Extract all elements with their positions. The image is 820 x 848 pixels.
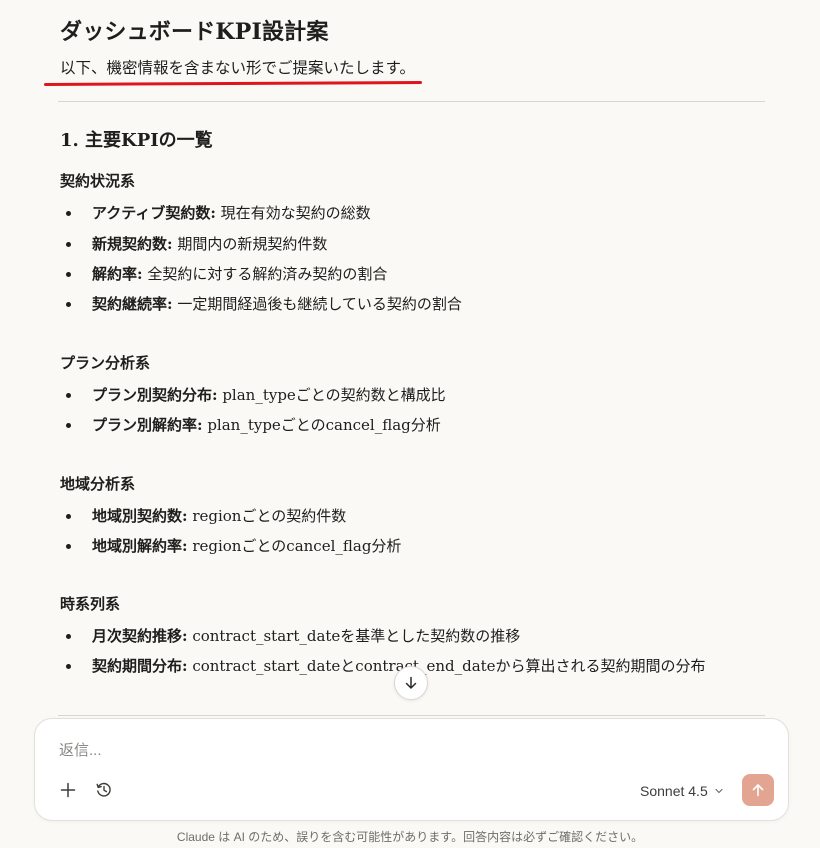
- bullet-icon: [66, 242, 71, 247]
- red-underline-annotation: [43, 81, 423, 86]
- bullet-icon: [66, 302, 71, 307]
- list-item: 解約率: 全契約に対する解約済み契約の割合: [92, 263, 387, 284]
- bullet-icon: [66, 211, 71, 216]
- kpi-label: 解約率:: [92, 265, 143, 283]
- kpi-label: 契約期間分布:: [92, 657, 188, 675]
- list-item: 契約継続率: 一定期間経過後も継続している契約の割合: [92, 293, 462, 314]
- send-button[interactable]: [742, 774, 774, 806]
- message-content: ダッシュボードKPI設計案 以下、機密情報を含まない形でご提案いたします。 1.…: [0, 0, 820, 700]
- kpi-description: regionごとのcancel_flag分析: [187, 537, 402, 555]
- kpi-description: plan_typeごとの契約数と構成比: [217, 386, 446, 404]
- kpi-description: 期間内の新規契約件数: [172, 235, 328, 253]
- list-item: 月次契約推移: contract_start_dateを基準とした契約数の推移: [92, 625, 520, 646]
- list-item: 新規契約数: 期間内の新規契約件数: [92, 233, 327, 254]
- kpi-description: plan_typeごとのcancel_flag分析: [202, 416, 441, 434]
- group-title: 地域分析系: [60, 475, 136, 493]
- list-item: プラン別契約分布: plan_typeごとの契約数と構成比: [92, 384, 446, 405]
- kpi-label: 新規契約数:: [92, 235, 173, 253]
- kpi-label: プラン別契約分布:: [92, 386, 218, 404]
- kpi-label: 地域別契約数:: [92, 507, 188, 525]
- group-title: 契約状況系: [60, 172, 136, 190]
- disclaimer-text: Claude は AI のため、誤りを含む可能性があります。回答内容は必ずご確認…: [176, 830, 644, 844]
- model-name: Sonnet 4.5: [640, 783, 708, 799]
- bullet-icon: [66, 423, 71, 428]
- chevron-down-icon: [715, 788, 723, 794]
- divider: [58, 715, 765, 716]
- model-selector[interactable]: Sonnet 4.5: [640, 780, 724, 802]
- intro-text: 以下、機密情報を含まない形でご提案いたします。: [60, 59, 415, 77]
- scroll-to-bottom-button[interactable]: [394, 666, 428, 700]
- bullet-icon: [66, 272, 71, 277]
- group-title: 時系列系: [60, 595, 121, 613]
- list-item: アクティブ契約数: 現在有効な契約の総数: [92, 202, 371, 223]
- reply-composer: Sonnet 4.5: [34, 718, 789, 821]
- kpi-label: プラン別解約率:: [92, 416, 203, 434]
- list-item: プラン別解約率: plan_typeごとのcancel_flag分析: [92, 414, 441, 435]
- reply-input[interactable]: [57, 741, 661, 760]
- group-title: プラン分析系: [60, 354, 151, 372]
- history-button[interactable]: [90, 776, 118, 804]
- kpi-description: 現在有効な契約の総数: [215, 204, 371, 222]
- kpi-label: 月次契約推移:: [92, 627, 188, 645]
- kpi-label: 契約継続率:: [92, 295, 173, 313]
- plus-icon: [60, 782, 76, 798]
- bullet-icon: [66, 393, 71, 398]
- add-button[interactable]: [54, 776, 82, 804]
- arrow-up-icon: [752, 784, 764, 797]
- bullet-icon: [66, 514, 71, 519]
- bullet-icon: [66, 544, 71, 549]
- kpi-description: 全契約に対する解約済み契約の割合: [142, 265, 388, 283]
- bullet-icon: [66, 664, 71, 669]
- list-item: 地域別解約率: regionごとのcancel_flag分析: [92, 535, 401, 556]
- kpi-label: アクティブ契約数:: [92, 204, 216, 222]
- divider: [58, 101, 765, 102]
- kpi-description: contract_start_dateとcontract_end_dateから算…: [187, 657, 706, 675]
- section-heading: 1. 主要KPIの一覧: [60, 130, 213, 151]
- kpi-label: 地域別解約率:: [92, 537, 188, 555]
- kpi-description: contract_start_dateを基準とした契約数の推移: [187, 627, 521, 645]
- kpi-description: 一定期間経過後も継続している契約の割合: [172, 295, 462, 313]
- clock-icon: [96, 782, 111, 797]
- arrow-down-icon: [405, 676, 417, 689]
- document-title: ダッシュボードKPI設計案: [60, 19, 329, 45]
- kpi-description: regionごとの契約件数: [187, 507, 347, 525]
- list-item: 地域別契約数: regionごとの契約件数: [92, 505, 346, 526]
- bullet-icon: [66, 634, 71, 639]
